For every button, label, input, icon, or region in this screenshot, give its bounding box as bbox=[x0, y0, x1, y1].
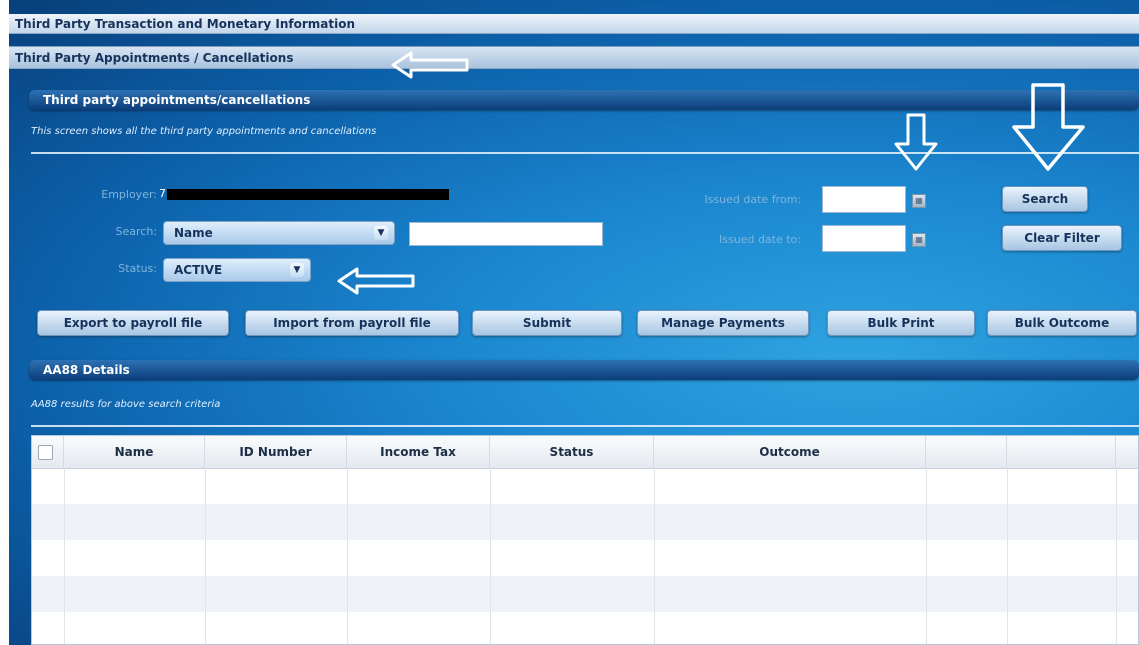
menu-item-appointments[interactable]: Third Party Appointments / Cancellations bbox=[9, 46, 1139, 69]
column-header-outcome[interactable]: Outcome bbox=[654, 436, 926, 468]
issued-to-input[interactable] bbox=[822, 225, 906, 252]
employer-value: 7 bbox=[159, 187, 166, 200]
app-window: Third Party Transaction and Monetary Inf… bbox=[9, 0, 1139, 645]
divider bbox=[31, 425, 1139, 427]
annotation-arrow-left-icon bbox=[391, 51, 469, 79]
status-option: ACTIVE bbox=[174, 263, 223, 277]
column-divider bbox=[1007, 468, 1008, 644]
clear-filter-button[interactable]: Clear Filter bbox=[1002, 225, 1122, 251]
column-header-name[interactable]: Name bbox=[64, 436, 205, 468]
column-divider bbox=[926, 468, 927, 644]
column-header-id-number[interactable]: ID Number bbox=[205, 436, 347, 468]
calendar-icon[interactable]: ▦ bbox=[912, 194, 926, 208]
table-row[interactable] bbox=[32, 612, 1138, 645]
calendar-icon[interactable]: ▦ bbox=[912, 233, 926, 247]
search-button[interactable]: Search bbox=[1002, 186, 1088, 212]
employer-label: Employer: bbox=[101, 188, 157, 201]
section-header-appointments: Third party appointments/cancellations bbox=[29, 90, 1139, 110]
search-field-select[interactable]: Name ▼ bbox=[163, 221, 395, 245]
search-input[interactable] bbox=[409, 222, 603, 246]
annotation-arrow-down-icon bbox=[894, 113, 938, 171]
column-divider bbox=[64, 468, 65, 644]
divider bbox=[31, 152, 1139, 154]
annotation-arrow-left-icon bbox=[337, 267, 415, 295]
status-select[interactable]: ACTIVE ▼ bbox=[163, 258, 311, 282]
search-field-option: Name bbox=[174, 226, 213, 240]
results-table: Name ID Number Income Tax Status Outcome bbox=[31, 435, 1139, 645]
issued-from-input[interactable] bbox=[822, 186, 906, 213]
import-payroll-button[interactable]: Import from payroll file bbox=[245, 310, 459, 336]
table-row[interactable] bbox=[32, 504, 1138, 540]
column-header-status[interactable]: Status bbox=[490, 436, 654, 468]
section-header-details: AA88 Details bbox=[29, 360, 1139, 380]
section-subtitle-details: AA88 results for above search criteria bbox=[31, 399, 221, 410]
bulk-outcome-button[interactable]: Bulk Outcome bbox=[987, 310, 1137, 336]
table-row[interactable] bbox=[32, 576, 1138, 612]
redaction-bar bbox=[167, 189, 449, 200]
menu-item-transactions[interactable]: Third Party Transaction and Monetary Inf… bbox=[9, 14, 1139, 34]
column-header-blank[interactable] bbox=[1007, 436, 1116, 468]
status-label: Status: bbox=[118, 262, 157, 275]
column-header-blank[interactable] bbox=[926, 436, 1007, 468]
column-divider bbox=[1116, 468, 1117, 644]
chevron-down-icon: ▼ bbox=[290, 263, 304, 277]
table-row[interactable] bbox=[32, 468, 1138, 504]
manage-payments-button[interactable]: Manage Payments bbox=[637, 310, 809, 336]
column-divider bbox=[205, 468, 206, 644]
annotation-arrow-down-icon bbox=[1012, 83, 1085, 171]
column-divider bbox=[490, 468, 491, 644]
issued-from-label: Issued date from: bbox=[704, 193, 801, 206]
bulk-print-button[interactable]: Bulk Print bbox=[827, 310, 975, 336]
export-payroll-button[interactable]: Export to payroll file bbox=[37, 310, 229, 336]
column-header-blank bbox=[1116, 436, 1139, 468]
chevron-down-icon: ▼ bbox=[374, 226, 388, 240]
column-divider bbox=[654, 468, 655, 644]
column-divider bbox=[347, 468, 348, 644]
select-all-checkbox[interactable] bbox=[38, 445, 53, 460]
column-header-income-tax[interactable]: Income Tax bbox=[347, 436, 490, 468]
table-header: Name ID Number Income Tax Status Outcome bbox=[32, 436, 1138, 469]
issued-to-label: Issued date to: bbox=[719, 233, 801, 246]
table-row[interactable] bbox=[32, 540, 1138, 576]
search-label: Search: bbox=[115, 225, 158, 238]
section-subtitle-appointments: This screen shows all the third party ap… bbox=[31, 126, 377, 137]
select-all-cell bbox=[32, 436, 64, 468]
submit-button[interactable]: Submit bbox=[472, 310, 622, 336]
